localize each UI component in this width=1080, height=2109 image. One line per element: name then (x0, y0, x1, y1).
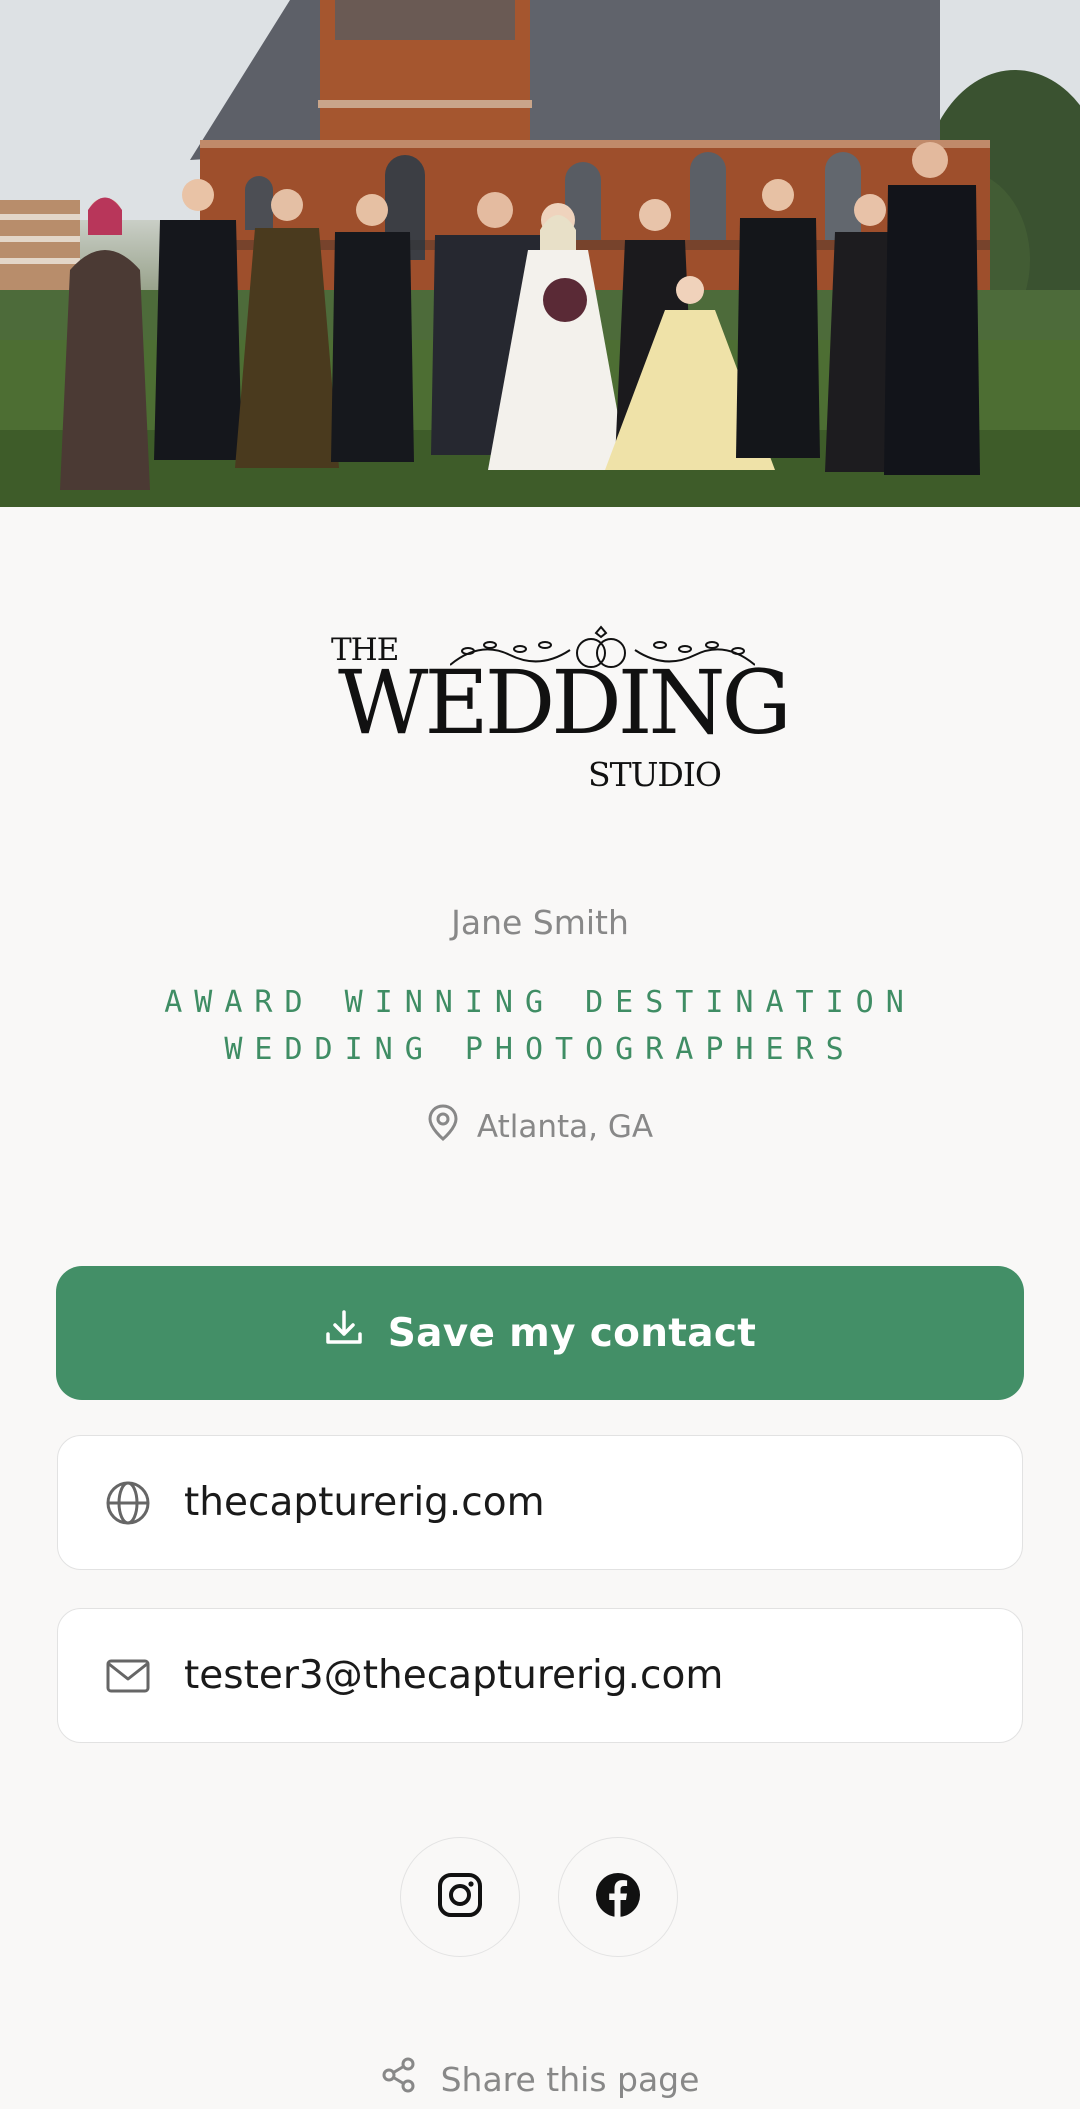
website-text: thecapturerig.com (184, 1480, 545, 1525)
profile-tagline: AWARD WINNING DESTINATION WEDDING PHOTOG… (164, 985, 916, 1067)
logo-wedding: WEDDING (338, 651, 792, 754)
email-link[interactable]: tester3@thecapturerig.com (57, 1608, 1023, 1743)
share-icon (381, 2057, 417, 2101)
profile-name: Jane Smith (451, 903, 629, 942)
brand-logo: THE WEDDING STUDIO (325, 615, 792, 795)
map-pin-icon (427, 1104, 459, 1150)
location-text: Atlanta, GA (476, 1109, 654, 1145)
save-contact-button[interactable]: Save my contact (56, 1266, 1024, 1400)
facebook-icon (594, 1871, 642, 1923)
globe-icon (104, 1479, 152, 1527)
hero-photo (0, 0, 1080, 507)
download-icon (324, 1308, 364, 1358)
logo-studio: STUDIO (588, 755, 722, 794)
save-contact-label: Save my contact (387, 1310, 757, 1356)
profile-location: Atlanta, GA (0, 1104, 1080, 1150)
email-text: tester3@thecapturerig.com (184, 1653, 724, 1698)
website-link[interactable]: thecapturerig.com (57, 1435, 1023, 1570)
share-label: Share this page (440, 2059, 700, 2099)
facebook-button[interactable] (558, 1837, 678, 1957)
instagram-icon (436, 1871, 484, 1923)
share-page-link[interactable]: Share this page (0, 2054, 1080, 2104)
instagram-button[interactable] (400, 1837, 520, 1957)
mail-icon (104, 1652, 152, 1700)
